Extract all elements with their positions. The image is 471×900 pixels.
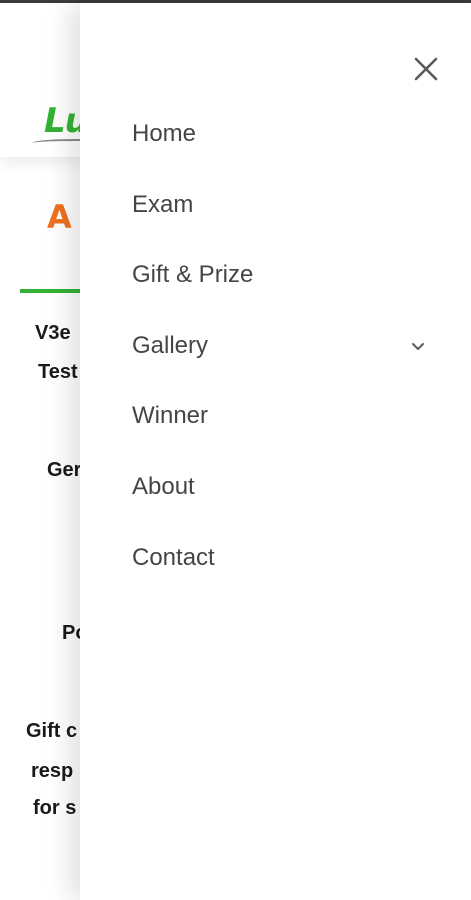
close-button[interactable] [410, 53, 442, 85]
bg-text-line: resp [31, 760, 74, 782]
menu-item-winner[interactable]: Winner [132, 394, 432, 465]
section-icon: A [47, 198, 72, 236]
bg-text-line: V3e [35, 322, 71, 344]
page: Lu A V3e Test Ger Po Gift c resp for s H… [0, 0, 471, 900]
menu-item-label: Home [132, 120, 197, 147]
menu-item-label: Gallery [132, 331, 209, 359]
menu-item-contact[interactable]: Contact [132, 536, 432, 607]
menu-item-exam[interactable]: Exam [132, 183, 432, 254]
bg-text-line: Gift c [26, 720, 78, 742]
close-icon [414, 57, 438, 81]
menu-item-about[interactable]: About [132, 465, 432, 536]
menu-item-label: Gift & Prize [132, 261, 254, 289]
menu-item-home[interactable]: Home [132, 112, 432, 183]
nav-drawer: Home Exam Gift & Prize Gallery Winner Ab… [80, 3, 471, 900]
main-menu: Home Exam Gift & Prize Gallery Winner Ab… [132, 112, 432, 606]
bg-text-line: Test [38, 361, 78, 383]
menu-item-label: Winner [132, 402, 209, 430]
menu-item-label: About [132, 472, 195, 500]
bg-text-line: for s [33, 797, 77, 819]
menu-item-gallery[interactable]: Gallery [132, 324, 432, 395]
menu-item-label: Contact [132, 543, 215, 571]
chevron-down-icon[interactable] [410, 338, 426, 354]
menu-item-gift-prize[interactable]: Gift & Prize [132, 253, 432, 324]
bg-text-line: Ger [47, 459, 82, 481]
menu-item-label: Exam [132, 190, 194, 218]
